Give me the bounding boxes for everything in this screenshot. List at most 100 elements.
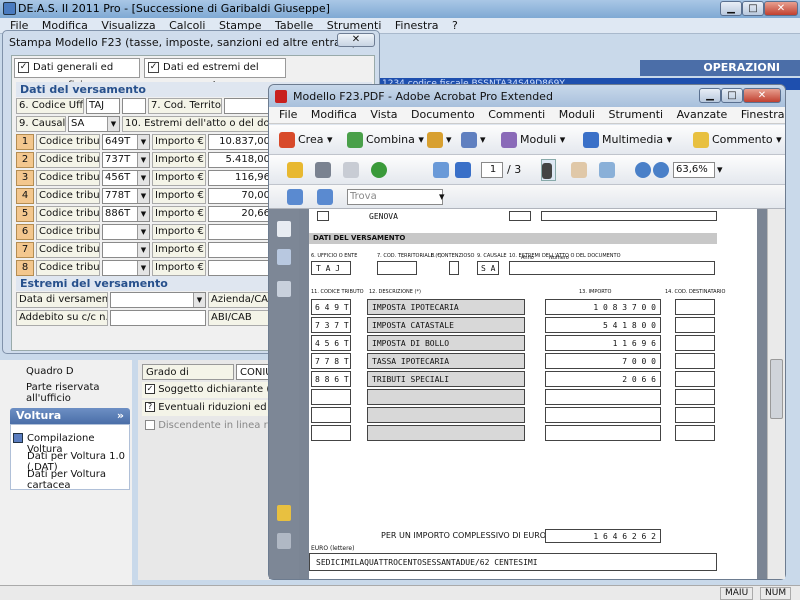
acro-menu-vista[interactable]: Vista <box>370 107 397 123</box>
discendente-row[interactable]: Discendente in linea retta <box>142 418 270 434</box>
importo-input[interactable]: 10.837,00 <box>208 134 274 150</box>
nav-parte-riservata[interactable]: Parte riservata all'ufficio <box>26 382 132 404</box>
territoriale-input[interactable] <box>224 98 274 114</box>
soggetto-checkbox[interactable]: ✓ <box>145 384 155 394</box>
soggetto-row[interactable]: ✓ Soggetto dichiarante (firmatario) <box>142 382 270 398</box>
chevron-down-icon[interactable]: ▼ <box>137 261 149 275</box>
fit-width-button[interactable] <box>317 186 336 208</box>
next-page-button[interactable] <box>455 159 474 181</box>
codice-tributo-select[interactable]: ▼ <box>102 224 150 240</box>
zoom-level-input[interactable]: 63,6% <box>673 162 715 178</box>
acrobat-close-button[interactable]: ✕ <box>743 88 781 103</box>
chevron-down-icon[interactable]: ▼ <box>137 225 149 239</box>
signatures-icon[interactable] <box>277 281 291 297</box>
moduli-button[interactable]: Moduli ▾ <box>501 129 565 151</box>
menu-finestra[interactable]: Finestra <box>395 18 439 33</box>
sicurezza-button[interactable]: ▾ <box>427 129 452 151</box>
chevron-down-icon[interactable]: ▼ <box>137 189 149 203</box>
chevron-down-icon[interactable]: ▼ <box>107 117 119 131</box>
fit-page-button[interactable] <box>287 186 306 208</box>
tab-dati-generali[interactable]: ✓ Dati generali ed anagrafici <box>14 58 140 91</box>
zoom-dropdown-icon[interactable]: ▾ <box>717 159 723 181</box>
codice-tributo-select[interactable]: 456T ▼ <box>102 170 150 186</box>
ufficio-input[interactable]: TAJ <box>86 98 120 114</box>
codice-tributo-select[interactable]: 737T ▼ <box>102 152 150 168</box>
tab-dati-versamento[interactable]: ✓ Dati ed estremi del versamento <box>144 58 286 91</box>
data-versamento-select[interactable]: ▼ <box>110 292 206 308</box>
importo-input[interactable] <box>208 242 274 258</box>
chevron-down-icon[interactable]: ▼ <box>137 171 149 185</box>
operazioni-header[interactable]: OPERAZIONI <box>640 60 800 76</box>
bookmarks-icon[interactable] <box>277 249 291 265</box>
acro-menu-moduli[interactable]: Moduli <box>559 107 595 123</box>
comments-icon[interactable] <box>277 505 291 521</box>
acrobat-maximize-button[interactable]: □ <box>721 88 743 103</box>
chevron-down-icon[interactable]: ▼ <box>137 243 149 257</box>
collapse-icon[interactable]: » <box>117 408 124 424</box>
importo-input[interactable]: 70,00 <box>208 188 274 204</box>
estremi-label: 10. Estremi dell'atto o del documento: <box>122 116 274 132</box>
hand-tool-button[interactable] <box>571 159 590 181</box>
acro-menu-finestra[interactable]: Finestra <box>741 107 785 123</box>
scrollbar-thumb[interactable] <box>770 359 783 419</box>
chevron-down-icon[interactable]: ▼ <box>137 135 149 149</box>
find-dropdown-icon[interactable]: ▾ <box>439 186 445 208</box>
find-input[interactable]: Trova <box>347 189 443 205</box>
acrobat-minimize-button[interactable]: ▁ <box>699 88 721 103</box>
firma-button[interactable]: ▾ <box>461 129 486 151</box>
riduzioni-row[interactable]: ? Eventuali riduzioni ed agevolazioni <box>142 400 270 416</box>
chevron-down-icon[interactable]: ▼ <box>137 153 149 167</box>
importo-input[interactable]: 116,96 <box>208 170 274 186</box>
importo-input[interactable]: 20,66 <box>208 206 274 222</box>
pages-icon[interactable] <box>277 221 291 237</box>
close-button[interactable]: ✕ <box>764 1 798 16</box>
prev-page-button[interactable] <box>433 159 452 181</box>
attachments-icon[interactable] <box>277 533 291 549</box>
ufficio-extra-input[interactable] <box>122 98 146 114</box>
acro-menu-strumenti[interactable]: Strumenti <box>609 107 664 123</box>
zoom-tool-button[interactable] <box>599 159 618 181</box>
minimize-button[interactable]: ▁ <box>720 1 742 16</box>
acro-menu-documento[interactable]: Documento <box>411 107 475 123</box>
commento-button[interactable]: Commento ▾ <box>693 129 782 151</box>
acro-menu-modifica[interactable]: Modifica <box>311 107 357 123</box>
dialog-close-button[interactable]: ✕ <box>337 33 375 47</box>
codice-tributo-select[interactable]: ▼ <box>102 242 150 258</box>
multimedia-button[interactable]: Multimedia ▾ <box>583 129 672 151</box>
nav-dati-voltura-cartacea[interactable]: Dati per Voltura cartacea <box>27 469 129 491</box>
acro-menu-file[interactable]: File <box>279 107 297 123</box>
internet-button[interactable] <box>371 159 390 181</box>
menu-help[interactable]: ? <box>452 18 458 33</box>
importo-label: Importo €: <box>152 188 206 204</box>
codice-tributo-select[interactable]: 649T ▼ <box>102 134 150 150</box>
print-button[interactable] <box>315 159 334 181</box>
addebito-input[interactable] <box>110 310 206 326</box>
nav-quadro-d[interactable]: Quadro D <box>26 366 74 377</box>
open-button[interactable] <box>287 159 306 181</box>
importo-input[interactable] <box>208 224 274 240</box>
acro-menu-avanzate[interactable]: Avanzate <box>677 107 728 123</box>
zoom-in-button[interactable] <box>653 159 672 181</box>
discendente-checkbox[interactable] <box>145 420 155 430</box>
zoom-out-button[interactable] <box>635 159 654 181</box>
select-tool-button[interactable] <box>541 159 556 181</box>
importo-input[interactable] <box>208 260 274 276</box>
importo-input[interactable]: 5.418,00 <box>208 152 274 168</box>
codice-tributo-select[interactable]: 886T ▼ <box>102 206 150 222</box>
maximize-button[interactable]: □ <box>742 1 764 16</box>
grado-value[interactable]: CONIUGE <box>236 364 270 380</box>
riduzioni-help-icon[interactable]: ? <box>145 402 155 412</box>
document-area[interactable]: GENOVA DATI DEL VERSAMENTO 6. UFFICIO O … <box>299 209 767 579</box>
causale-select[interactable]: SA ▼ <box>68 116 120 132</box>
chevron-down-icon[interactable]: ▼ <box>193 293 205 307</box>
acro-menu-commenti[interactable]: Commenti <box>488 107 545 123</box>
codice-tributo-select[interactable]: 778T ▼ <box>102 188 150 204</box>
page-number-input[interactable]: 1 <box>481 162 503 178</box>
email-button[interactable] <box>343 159 362 181</box>
voltura-header[interactable]: Voltura » <box>10 408 130 424</box>
crea-button[interactable]: Crea ▾ <box>279 129 333 151</box>
chevron-down-icon[interactable]: ▼ <box>137 207 149 221</box>
codice-tributo-select[interactable]: ▼ <box>102 260 150 276</box>
vertical-scrollbar[interactable] <box>767 209 785 579</box>
combina-button[interactable]: Combina ▾ <box>347 129 424 151</box>
